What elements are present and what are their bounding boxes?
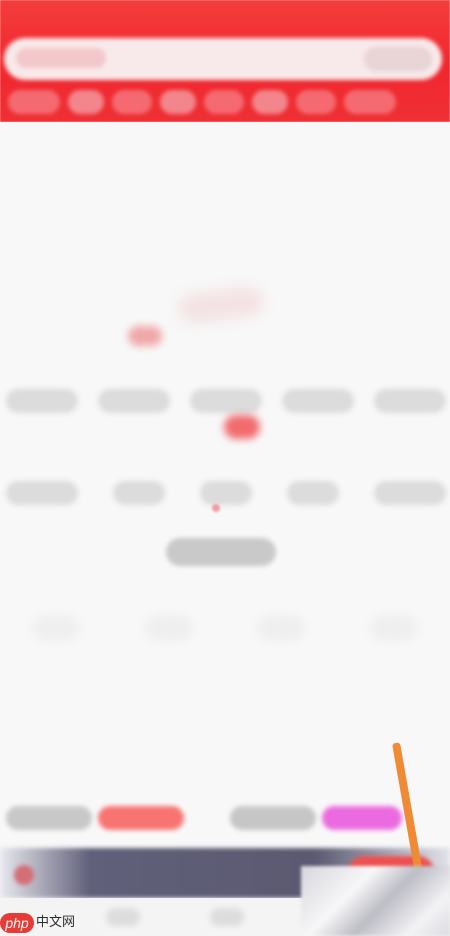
bottom-left-icon[interactable] bbox=[14, 865, 34, 885]
shortcut-item[interactable] bbox=[200, 481, 252, 505]
category-chip[interactable] bbox=[204, 90, 244, 114]
shortcut-item[interactable] bbox=[113, 481, 165, 505]
category-chip[interactable] bbox=[8, 90, 60, 114]
tab-item[interactable] bbox=[106, 908, 140, 926]
center-section-label bbox=[166, 538, 276, 566]
watermark-text: 中文网 bbox=[36, 915, 76, 930]
pill-option-red[interactable] bbox=[98, 806, 184, 830]
thumbnail-preview bbox=[301, 866, 450, 936]
shortcut-item[interactable] bbox=[287, 481, 339, 505]
shortcut-item[interactable] bbox=[374, 389, 446, 413]
shortcut-item[interactable] bbox=[190, 389, 262, 413]
shortcut-item[interactable] bbox=[282, 389, 354, 413]
category-chip[interactable] bbox=[160, 90, 196, 114]
shortcut-item[interactable] bbox=[6, 389, 78, 413]
faded-item bbox=[257, 615, 306, 641]
category-chip-row bbox=[0, 86, 450, 118]
faded-item bbox=[32, 615, 81, 641]
category-chip[interactable] bbox=[252, 90, 288, 114]
shortcut-row-top bbox=[0, 389, 450, 413]
small-red-dot bbox=[212, 504, 220, 512]
action-pill-row bbox=[0, 800, 450, 836]
app-screen: php 中文网 bbox=[0, 0, 450, 936]
faded-content-row bbox=[0, 615, 450, 655]
search-action-area[interactable] bbox=[364, 47, 432, 71]
pill-option-grey[interactable] bbox=[230, 806, 316, 830]
faded-item bbox=[369, 615, 418, 641]
highlight-badge bbox=[224, 415, 260, 439]
category-chip[interactable] bbox=[112, 90, 152, 114]
shortcut-item[interactable] bbox=[98, 389, 170, 413]
faded-item bbox=[144, 615, 193, 641]
shortcut-item[interactable] bbox=[6, 481, 78, 505]
search-placeholder-area bbox=[16, 48, 106, 68]
search-bar[interactable] bbox=[4, 38, 442, 80]
category-chip[interactable] bbox=[68, 90, 104, 114]
pill-option-left[interactable] bbox=[6, 806, 92, 830]
tab-item[interactable] bbox=[210, 908, 244, 926]
shortcut-item[interactable] bbox=[374, 481, 446, 505]
watermark-php: php bbox=[0, 913, 34, 933]
watermark-logo: php 中文网 bbox=[0, 909, 75, 936]
category-chip[interactable] bbox=[344, 90, 396, 114]
pill-option-pink[interactable] bbox=[322, 806, 402, 830]
category-chip[interactable] bbox=[296, 90, 336, 114]
shortcut-row-bottom bbox=[0, 481, 450, 505]
loading-spot bbox=[128, 326, 162, 346]
